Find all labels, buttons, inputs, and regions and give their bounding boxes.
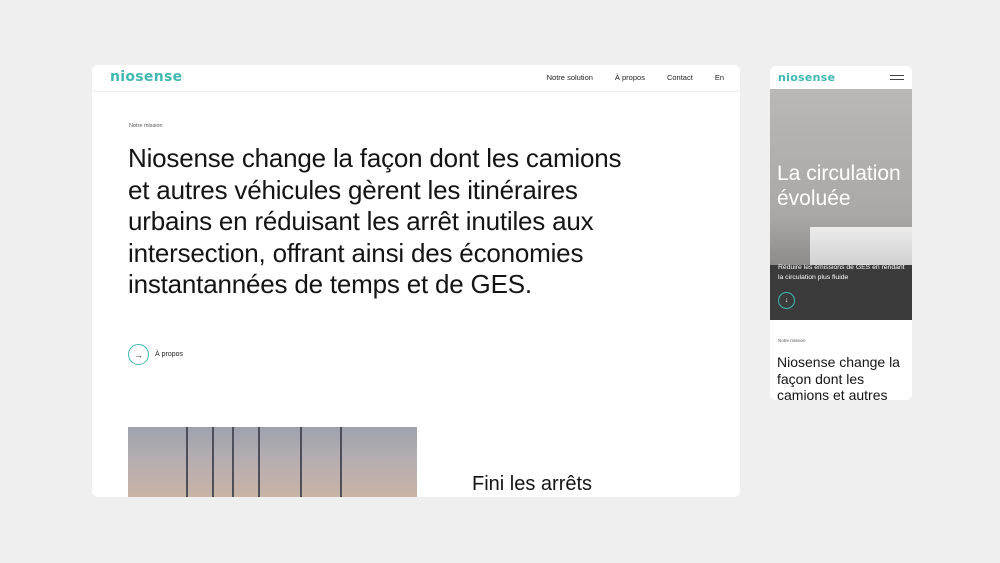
photo-pole: [232, 427, 234, 497]
hero-section: La circulation évoluée Réduire les émiss…: [770, 89, 912, 320]
section-subheading: Fini les arrêts: [472, 473, 593, 495]
hamburger-menu-icon[interactable]: [890, 75, 904, 83]
hero-description: Réduire les émissions de GES en rendant …: [778, 264, 905, 281]
hero-title: La circulation évoluée: [777, 162, 901, 210]
section-eyebrow: Notre mission: [129, 123, 163, 129]
photo-pole: [212, 427, 214, 497]
a-propos-label: À propos: [155, 351, 184, 358]
nav-link-contact[interactable]: Contact: [667, 73, 693, 82]
photo-pole: [186, 427, 188, 497]
mobile-preview: niosense La circulation évoluée Réduire …: [770, 66, 912, 400]
photo-pole: [258, 427, 260, 497]
nav-menu: Notre solution À propos Contact En: [525, 73, 724, 82]
a-propos-button[interactable]: → À propos: [128, 344, 183, 365]
arrow-down-icon[interactable]: ↓: [778, 292, 795, 309]
mobile-section-eyebrow: Notre mission: [778, 338, 806, 343]
mobile-brand-logo[interactable]: niosense: [778, 71, 835, 84]
arrow-right-icon[interactable]: →: [128, 344, 149, 365]
language-switch[interactable]: En: [715, 73, 724, 82]
mission-headline: Niosense change la façon dont les camion…: [128, 143, 622, 299]
nav-link-a-propos[interactable]: À propos: [615, 73, 645, 82]
mobile-mission-headline: Niosense change la façon dont les camion…: [777, 354, 900, 400]
brand-logo[interactable]: niosense: [110, 69, 182, 85]
top-navigation: niosense Notre solution À propos Contact…: [92, 65, 740, 92]
infrastructure-photo: [128, 427, 417, 497]
desktop-preview: niosense Notre solution À propos Contact…: [92, 65, 740, 497]
nav-link-notre-solution[interactable]: Notre solution: [547, 73, 593, 82]
photo-pole: [340, 427, 342, 497]
truck-image: [810, 227, 912, 267]
photo-pole: [300, 427, 302, 497]
